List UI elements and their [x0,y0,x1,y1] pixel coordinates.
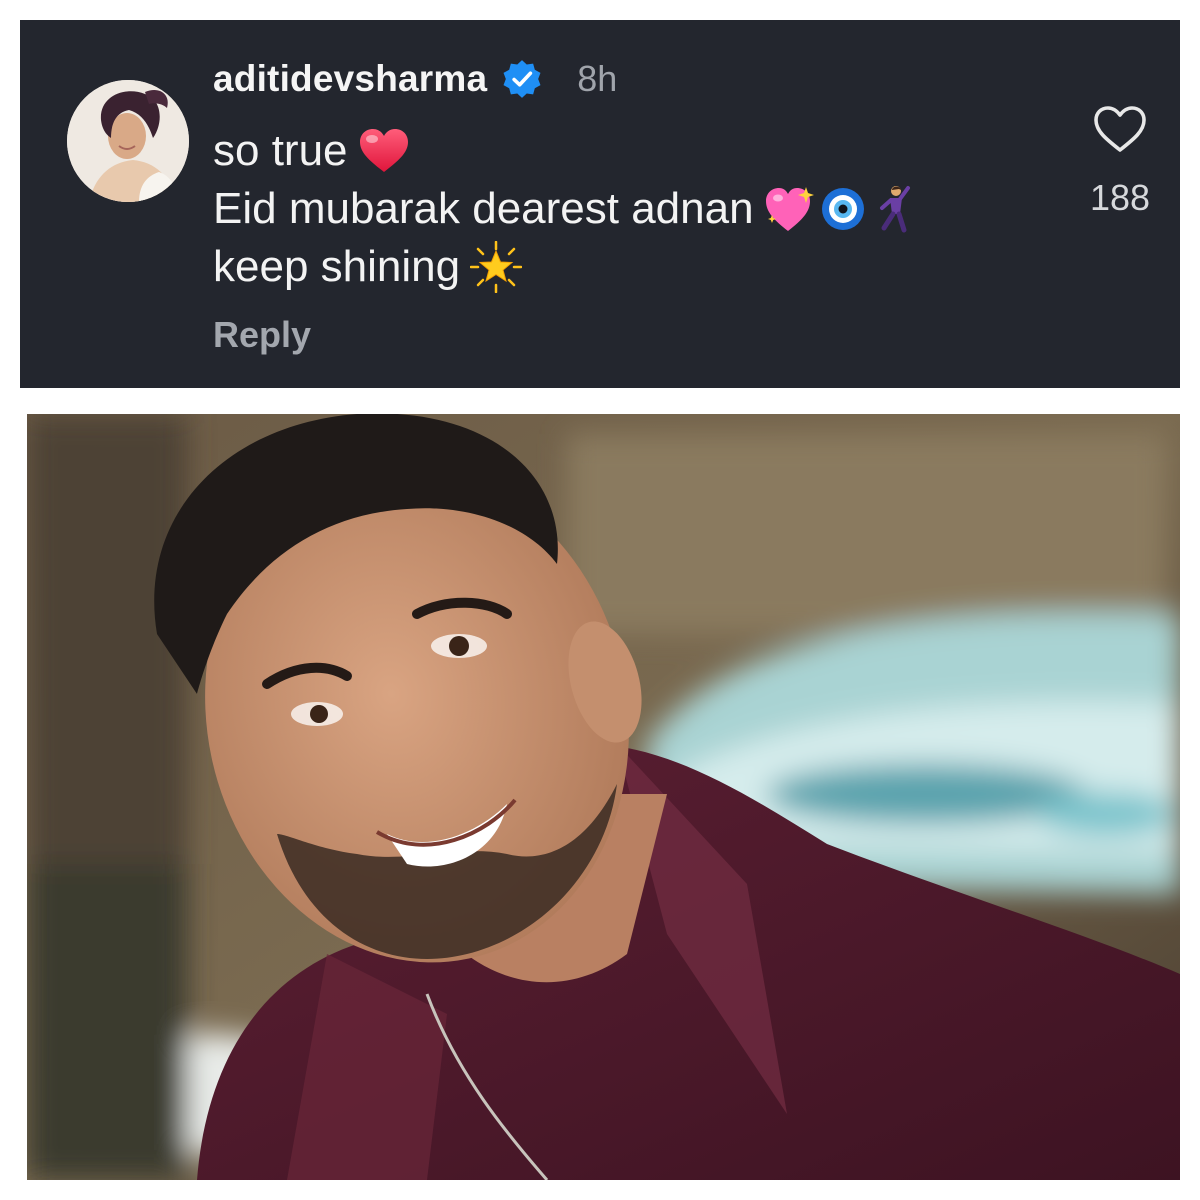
glowing-star-icon [470,241,523,293]
sparkling-heart-icon [765,187,814,231]
comment-line: Eid mubarak dearest adnan [213,180,914,238]
comment-line-text: Eid mubarak dearest adnan [213,184,754,233]
avatar[interactable] [67,80,189,202]
comment-line: so true [213,122,914,180]
reply-button[interactable]: Reply [213,314,311,356]
comment-line-text: so true [213,126,348,175]
like-block: 188 [1080,104,1160,219]
post-photo[interactable] [27,414,1180,1180]
comment-body: so true Eid mubarak dearest adnan keep s… [213,122,914,296]
comment-card: aditidevsharma 8h so true Eid mubarak de [20,20,1180,388]
like-count: 188 [1089,177,1151,218]
username[interactable]: aditidevsharma [213,58,487,100]
red-heart-icon [359,129,408,172]
comment-line-text: keep shining [213,242,461,291]
comment-header: aditidevsharma 8h [213,54,617,104]
comment-line: keep shining [213,238,914,296]
nazar-amulet-icon [821,188,864,230]
comment-timestamp: 8h [577,58,618,99]
heart-outline-icon[interactable] [1092,104,1148,154]
verified-badge-icon [503,60,541,98]
dancing-man-icon [879,186,910,233]
